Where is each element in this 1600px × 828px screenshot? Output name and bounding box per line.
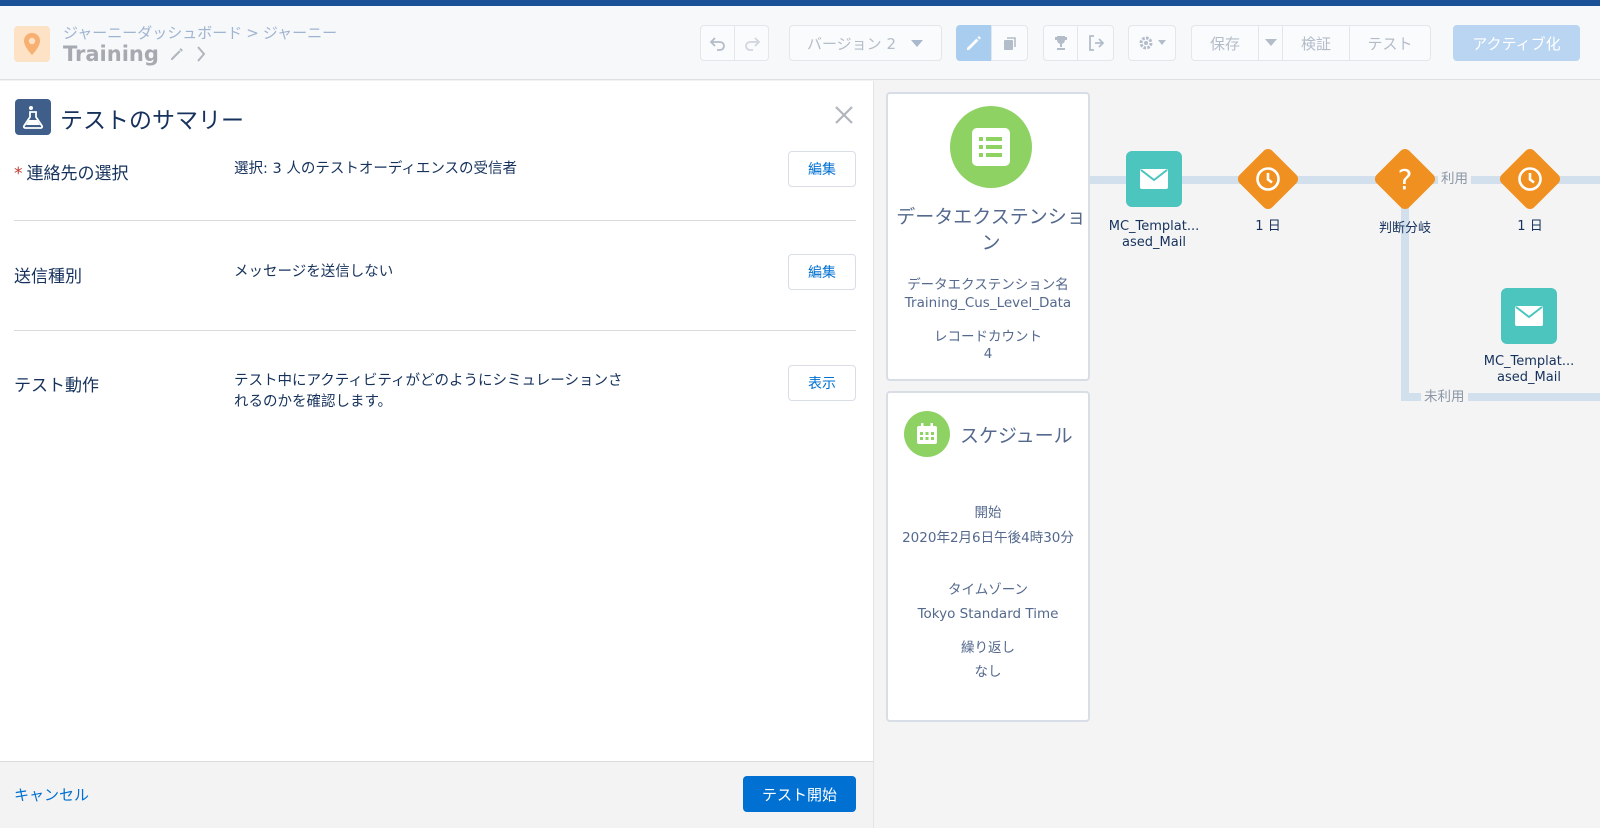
test-summary-panel: テストのサマリー * 連絡先の選択 選択: 3 人のテストオーディエンスの受信者 … xyxy=(0,81,874,761)
test-label: テスト xyxy=(1367,34,1413,53)
caret-down-icon xyxy=(1264,39,1277,46)
version-dropdown[interactable]: バージョン 2 xyxy=(789,25,942,61)
timezone-value: Tokyo Standard Time xyxy=(917,606,1059,622)
edit-mode-button[interactable] xyxy=(956,25,992,61)
test-behavior-row: テスト動作 テスト中にアクティビティがどのようにシミュレーションされるのかを確認… xyxy=(14,365,856,435)
gear-icon xyxy=(1139,36,1153,50)
question-icon: ? xyxy=(1397,162,1413,196)
repeat-value: なし xyxy=(974,664,1002,680)
timezone-label: タイムゾーン xyxy=(947,582,1029,598)
undo-icon xyxy=(709,37,725,51)
data-extension-entry-card[interactable]: データエクステンション データエクステンション名 Training_Cus_Le… xyxy=(886,92,1090,381)
record-count-value: 4 xyxy=(983,346,993,362)
schedule-card[interactable]: スケジュール 開始 2020年2月6日午後4時30分 タイムゾーン Tokyo … xyxy=(886,391,1090,722)
divider xyxy=(14,220,856,221)
activate-button[interactable]: アクティブ化 xyxy=(1453,25,1580,61)
save-options-button[interactable] xyxy=(1258,25,1283,61)
repeat-label: 繰り返し xyxy=(961,640,1015,656)
envelope-icon xyxy=(1140,169,1168,189)
flask-icon xyxy=(15,99,51,135)
contact-selection-label: * 連絡先の選択 xyxy=(14,159,129,184)
decision-node-label: 判断分岐 xyxy=(1378,221,1431,236)
start-test-button[interactable]: テスト開始 xyxy=(743,776,856,812)
branch-path-vertical xyxy=(1401,180,1409,400)
send-type-value: メッセージを送信しない xyxy=(234,264,394,280)
pencil-icon xyxy=(967,36,981,50)
caret-down-icon xyxy=(911,39,923,47)
data-extension-name-value: Training_Cus_Level_Data xyxy=(904,295,1072,311)
version-label: バージョン 2 xyxy=(806,34,896,53)
chevron-right-icon[interactable] xyxy=(195,45,207,63)
edit-send-type-button[interactable]: 編集 xyxy=(788,254,856,290)
contact-selection-text: 連絡先の選択 xyxy=(26,164,129,184)
exit-criteria-button[interactable] xyxy=(1077,25,1114,61)
goal-button[interactable] xyxy=(1043,25,1078,61)
breadcrumb-journey-link[interactable]: ジャーニー xyxy=(263,24,337,42)
data-extension-title: データエクステンション xyxy=(896,206,1086,254)
contact-selection-row: * 連絡先の選択 選択: 3 人のテストオーディエンスの受信者 編集 xyxy=(14,151,856,211)
validate-label: 検証 xyxy=(1300,34,1331,53)
schedule-start-value: 2020年2月6日午後4時30分 xyxy=(902,530,1074,546)
wait-node-label: 1 日 xyxy=(1255,219,1281,234)
journey-canvas: データエクステンション データエクステンション名 Training_Cus_Le… xyxy=(875,81,1600,828)
save-button[interactable]: 保存 xyxy=(1191,25,1259,61)
wait-node-label: 1 日 xyxy=(1517,219,1543,234)
save-label: 保存 xyxy=(1209,34,1240,53)
copy-icon xyxy=(1003,37,1016,50)
test-behavior-value: テスト中にアクティビティがどのようにシミュレーションされるのかを確認します。 xyxy=(234,373,623,410)
activate-label: アクティブ化 xyxy=(1472,34,1561,53)
divider xyxy=(14,330,856,331)
edit-contacts-button[interactable]: 編集 xyxy=(788,151,856,187)
email-activity-node[interactable] xyxy=(1126,151,1182,207)
email-node-label: MC_Templat... ased_Mail xyxy=(1108,219,1200,250)
schedule-title: スケジュール xyxy=(960,425,1073,447)
test-button[interactable]: テスト xyxy=(1349,25,1431,61)
trophy-icon xyxy=(1054,36,1067,50)
breadcrumb-dashboard-link[interactable]: ジャーニーダッシュボード xyxy=(63,24,242,42)
schedule-start-label: 開始 xyxy=(974,505,1002,521)
edit-pencil-icon[interactable] xyxy=(169,46,185,62)
close-icon[interactable] xyxy=(832,103,856,127)
view-mode-button[interactable] xyxy=(991,25,1028,61)
envelope-icon xyxy=(1515,306,1543,326)
send-type-row: 送信種別 メッセージを送信しない 編集 xyxy=(14,254,856,314)
contact-selection-value: 選択: 3 人のテストオーディエンスの受信者 xyxy=(234,161,518,177)
unused-path-label: 未利用 xyxy=(1421,385,1468,405)
clock-icon xyxy=(1245,156,1291,202)
validate-button[interactable]: 検証 xyxy=(1282,25,1350,61)
required-marker: * xyxy=(14,164,23,184)
exit-icon xyxy=(1088,35,1104,51)
test-behavior-label: テスト動作 xyxy=(14,376,99,396)
calendar-icon xyxy=(904,411,950,457)
list-icon xyxy=(950,106,1032,188)
redo-button[interactable] xyxy=(734,25,769,61)
breadcrumb-separator: > xyxy=(246,24,259,42)
record-count-label: レコードカウント xyxy=(934,329,1042,345)
panel-title: テストのサマリー xyxy=(60,108,244,134)
redo-icon xyxy=(744,37,760,51)
caret-down-icon xyxy=(1158,40,1166,45)
settings-dropdown[interactable] xyxy=(1128,25,1176,61)
email-node-label: MC_Templat... ased_Mail xyxy=(1483,354,1575,385)
data-extension-name-label: データエクステンション名 xyxy=(907,277,1069,293)
journey-title: Training xyxy=(63,42,207,66)
clock-icon xyxy=(1507,156,1553,202)
send-type-label: 送信種別 xyxy=(14,267,82,287)
journey-logo-icon xyxy=(14,26,50,62)
cancel-link[interactable]: キャンセル xyxy=(14,784,89,805)
email-activity-node[interactable] xyxy=(1501,288,1557,344)
used-path-label: 利用 xyxy=(1438,167,1471,187)
view-test-behavior-button[interactable]: 表示 xyxy=(788,365,856,401)
undo-button[interactable] xyxy=(700,25,735,61)
journey-builder-header: ジャーニーダッシュボード > ジャーニー Training バージョン 2 保存 検… xyxy=(0,6,1600,80)
panel-footer: キャンセル テスト開始 xyxy=(0,761,874,828)
breadcrumb: ジャーニーダッシュボード > ジャーニー xyxy=(63,22,337,43)
journey-name: Training xyxy=(63,42,159,66)
